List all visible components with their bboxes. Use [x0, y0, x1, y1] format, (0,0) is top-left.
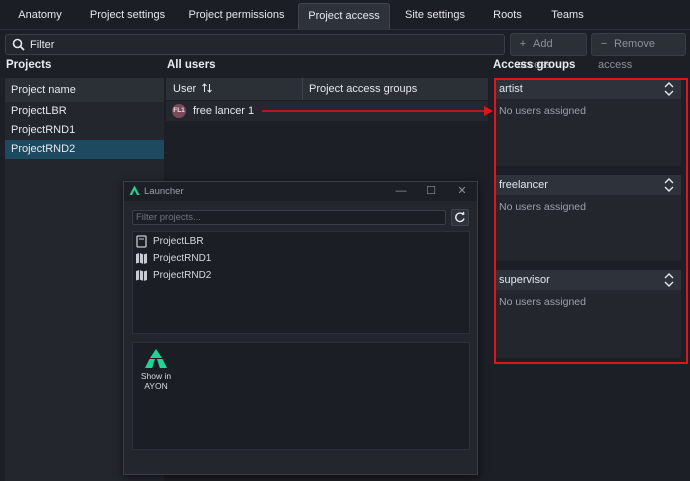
group-supervisor-body: No users assigned [495, 290, 681, 358]
ayon-logo-icon [129, 185, 140, 195]
group-supervisor-empty: No users assigned [499, 296, 586, 308]
access-groups-title: Access groups [493, 59, 576, 71]
launcher-project-label: ProjectRND1 [153, 253, 212, 264]
map-icon [136, 270, 147, 281]
launcher-titlebar[interactable]: Launcher — ☐ ✕ [124, 182, 477, 201]
project-row-lbr[interactable]: ProjectLBR [5, 102, 164, 121]
collapse-icon[interactable] [664, 273, 674, 287]
launcher-actions-panel: Show in AYON [132, 342, 470, 450]
tab-project-access[interactable]: Project access [298, 3, 390, 30]
launcher-title: Launcher [144, 186, 184, 197]
group-supervisor-header[interactable]: supervisor [495, 270, 681, 290]
group-artist: artist No users assigned [495, 79, 681, 166]
group-freelancer-name: freelancer [499, 179, 548, 191]
filter-input[interactable]: Filter [5, 34, 505, 55]
search-icon [12, 38, 25, 51]
launcher-window: Launcher — ☐ ✕ Filter projects... Projec… [123, 181, 478, 475]
tab-roots[interactable]: Roots [480, 0, 535, 30]
group-freelancer-empty: No users assigned [499, 201, 586, 213]
tab-anatomy[interactable]: Anatomy [0, 0, 80, 30]
projects-title: Projects [6, 59, 52, 71]
user-column-header[interactable]: User [173, 83, 213, 95]
plus-icon: + [519, 38, 527, 50]
launcher-project-label: ProjectLBR [153, 236, 204, 247]
action-label-line2: AYON [144, 381, 168, 391]
group-supervisor-name: supervisor [499, 274, 550, 286]
maximize-icon[interactable]: ☐ [424, 184, 438, 198]
group-freelancer: freelancer No users assigned [495, 175, 681, 261]
map-icon [136, 253, 147, 264]
ayon-logo-icon [145, 349, 167, 368]
minus-icon: − [600, 38, 608, 50]
group-artist-empty: No users assigned [499, 105, 586, 117]
project-filter-input[interactable]: Filter projects... [132, 210, 446, 225]
project-row-rnd2[interactable]: ProjectRND2 [5, 140, 164, 159]
tab-site-settings[interactable]: Site settings [390, 0, 480, 30]
group-freelancer-body: No users assigned [495, 195, 681, 261]
access-groups-column-header[interactable]: Project access groups [309, 83, 417, 95]
filter-text: Filter [30, 39, 55, 51]
minimize-icon[interactable]: — [394, 184, 408, 198]
tab-project-settings[interactable]: Project settings [80, 0, 175, 30]
group-artist-body: No users assigned [495, 99, 681, 166]
launcher-project-label: ProjectRND2 [153, 270, 212, 281]
group-artist-name: artist [499, 83, 523, 95]
tab-project-permissions[interactable]: Project permissions [175, 0, 298, 30]
column-separator[interactable] [302, 78, 303, 100]
sort-icon [202, 83, 213, 93]
collapse-icon[interactable] [664, 82, 674, 96]
project-row-rnd1[interactable]: ProjectRND1 [5, 121, 164, 140]
book-icon [136, 235, 147, 248]
user-column-label: User [173, 83, 197, 95]
project-name-header[interactable]: Project name [5, 78, 164, 102]
show-in-ayon-action[interactable]: Show in AYON [139, 349, 173, 395]
refresh-button[interactable] [451, 209, 469, 226]
group-freelancer-header[interactable]: freelancer [495, 175, 681, 195]
avatar: FL1 [172, 104, 186, 118]
tab-bar: Anatomy Project settings Project permiss… [0, 0, 690, 30]
tab-teams[interactable]: Teams [535, 0, 600, 30]
close-icon[interactable]: ✕ [455, 184, 469, 198]
refresh-icon [455, 211, 465, 223]
remove-access-button[interactable]: − Remove access [591, 33, 686, 71]
action-label-line1: Show in [140, 371, 172, 381]
annotation-arrow [262, 106, 493, 116]
launcher-project-list: ProjectLBR ProjectRND1 ProjectRND2 [132, 231, 470, 334]
user-name: free lancer 1 [193, 105, 255, 117]
group-supervisor: supervisor No users assigned [495, 270, 681, 358]
collapse-icon[interactable] [664, 178, 674, 192]
all-users-title: All users [167, 59, 216, 71]
users-header: User Project access groups [166, 78, 488, 100]
group-artist-header[interactable]: artist [495, 79, 681, 99]
add-access-button[interactable]: + Add access [510, 33, 587, 71]
